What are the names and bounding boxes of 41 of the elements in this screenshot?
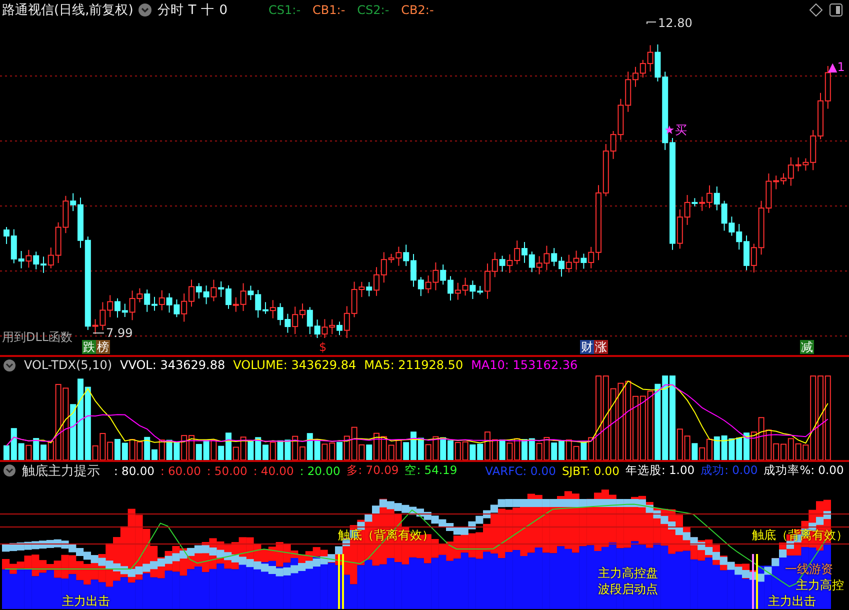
signal-marker: 榜 xyxy=(96,340,110,354)
signal-marker: 财 xyxy=(580,340,594,354)
toolbar-link[interactable]: T xyxy=(188,2,196,18)
signal-annotation: 主力出击 xyxy=(62,595,110,608)
indicator-value: : 60.00 xyxy=(160,464,201,478)
indicator-value: CS2:- xyxy=(357,3,390,17)
panel-title: 触底主力提示 xyxy=(22,462,100,480)
price-high-label: 12.80 xyxy=(658,16,692,30)
indicator-value: MA5: 211928.50 xyxy=(364,358,464,372)
signal-marker: $ xyxy=(318,340,328,354)
indicator-value: 成功率%: 0.00 xyxy=(764,463,844,478)
signal-marker: 涨 xyxy=(594,340,608,354)
price-low-label: 7.99 xyxy=(106,326,133,340)
indicator-value: : 20.00 xyxy=(300,464,340,478)
indicator-value: CS1:- xyxy=(268,3,301,17)
indicator-value: : 80.00 xyxy=(114,464,154,478)
toolbar-link[interactable]: 十 xyxy=(201,1,214,19)
toolbar-link[interactable]: 分时 xyxy=(157,1,184,19)
signal-annotation: 主力高控盘 xyxy=(598,567,658,580)
indicator-value: 空: 54.19 xyxy=(404,463,458,478)
indicator-value: CB1:- xyxy=(312,3,346,17)
indicator-value: VOLUME: 343629.84 xyxy=(233,358,356,372)
indicator-value: CB2:- xyxy=(401,3,434,17)
indicator-value: : 40.00 xyxy=(253,464,294,478)
indicator-value: VARFC: 0.00 xyxy=(485,464,556,478)
signal-annotation: 波段启动点 xyxy=(598,583,658,596)
indicator-value: SJBT: 0.00 xyxy=(562,464,620,478)
indicator-value: VVOL: 343629.88 xyxy=(120,358,226,372)
toolbar-link[interactable]: 0 xyxy=(219,2,228,18)
indicator-value: 多: 70.09 xyxy=(346,463,399,478)
up-signal: ▲1 xyxy=(828,60,845,74)
signal-marker: 跌 xyxy=(82,340,96,354)
indicator-value: : 50.00 xyxy=(206,464,248,478)
chart-note: 用到DLL函数 xyxy=(2,330,73,344)
signal-annotation: 主力出击 xyxy=(768,595,816,608)
indicator-value: MA10: 153162.36 xyxy=(471,358,578,372)
chart-title: 路通视信(日线,前复权) xyxy=(2,2,134,19)
signal-marker: 减 xyxy=(800,340,814,354)
panel-title: VOL-TDX(5,10) xyxy=(24,358,112,372)
indicator-value: 成功: 0.00 xyxy=(700,463,758,478)
indicator-value: 年选股: 1.00 xyxy=(625,463,695,478)
